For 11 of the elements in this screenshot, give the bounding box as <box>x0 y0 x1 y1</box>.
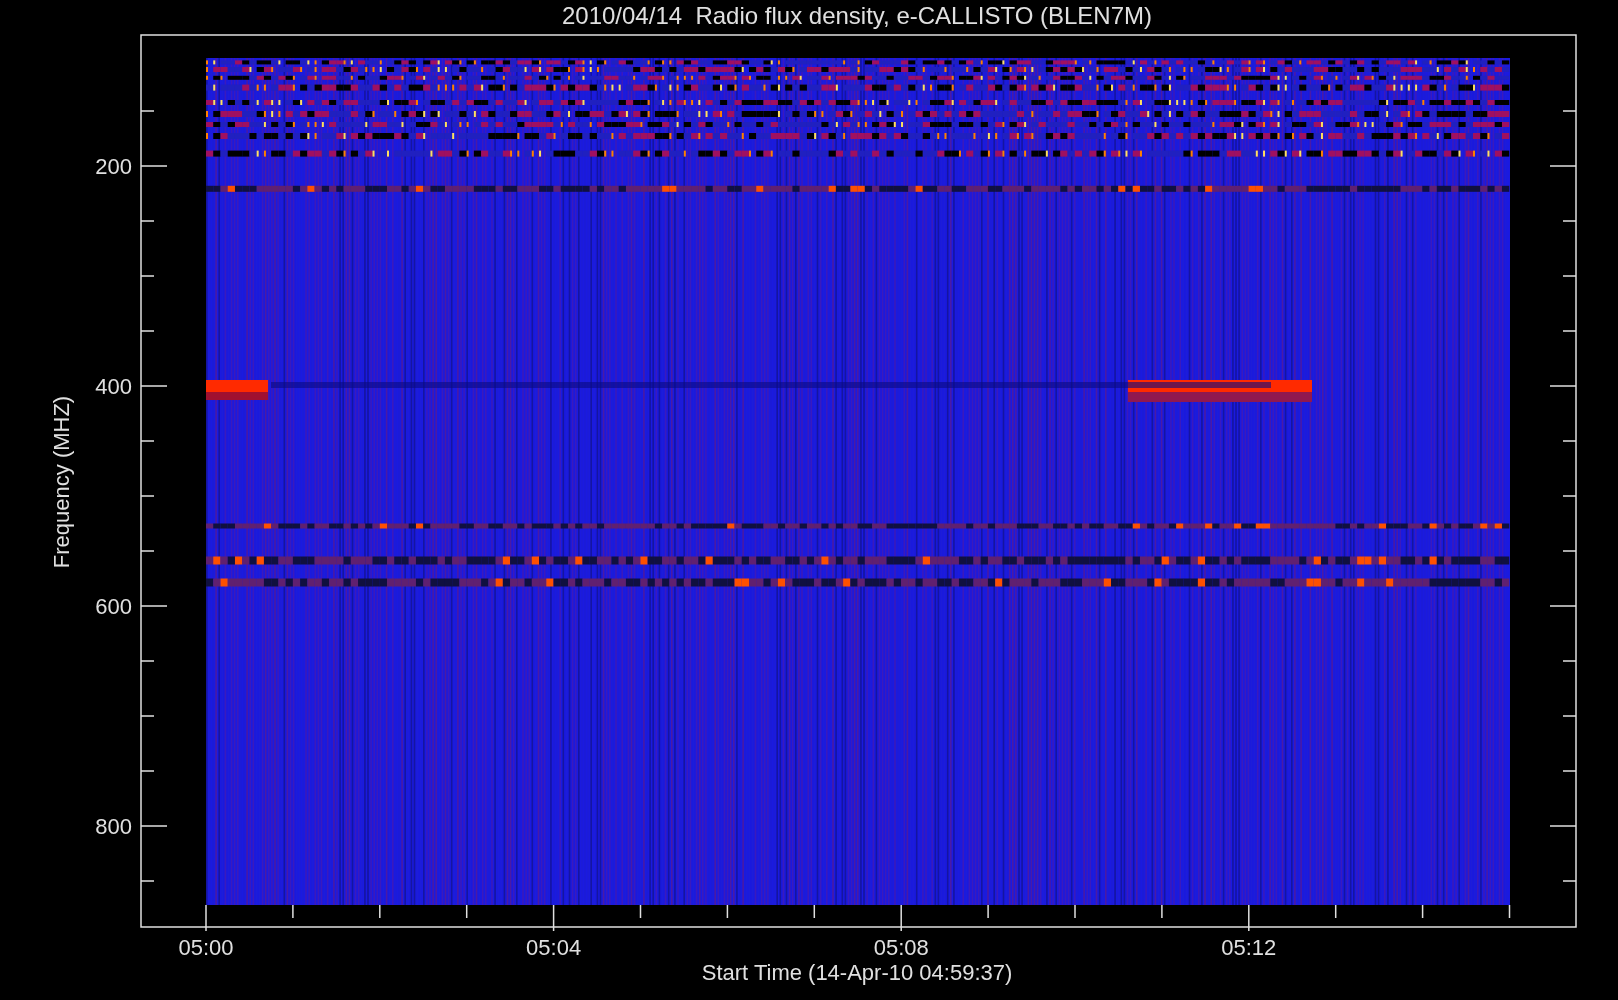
tick-label: 200 <box>95 154 132 179</box>
tick-label: 400 <box>95 374 132 399</box>
tick-label: 05:00 <box>178 935 234 960</box>
axis-label: Frequency (MHZ) <box>49 395 74 569</box>
axis-label: Start Time (14-Apr-10 04:59:37) <box>701 960 1013 985</box>
tick-label: 05:04 <box>526 935 582 960</box>
tick-label: 800 <box>95 814 132 839</box>
tick-label: 600 <box>95 594 132 619</box>
plot-title: 2010/04/14 Radio flux density, e-CALLISTO (BLEN7M) <box>561 2 1153 29</box>
tick-label: 05:08 <box>873 935 929 960</box>
tick-label: 05:12 <box>1221 935 1277 960</box>
